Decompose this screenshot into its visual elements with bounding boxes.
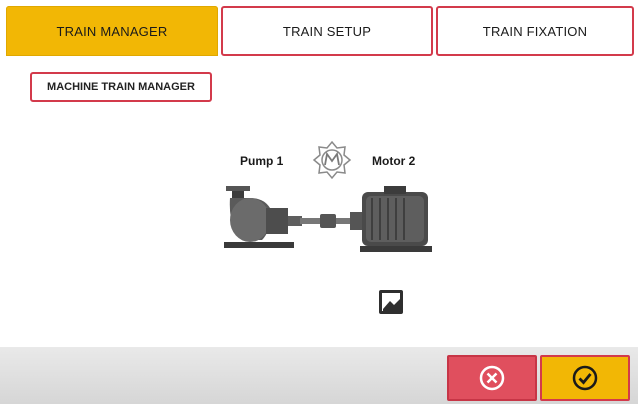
motor-label: Motor 2 xyxy=(372,154,416,168)
coupling-shaft[interactable] xyxy=(300,214,350,228)
tab-label: TRAIN FIXATION xyxy=(482,23,588,39)
button-label: MACHINE TRAIN MANAGER xyxy=(47,81,195,93)
machine-train-diagram[interactable] xyxy=(224,180,434,260)
tab-bar: TRAIN MANAGER TRAIN SETUP TRAIN FIXATION xyxy=(0,0,638,62)
motor-machine[interactable] xyxy=(350,186,432,252)
cancel-button[interactable] xyxy=(447,355,537,401)
edit-machine-icon[interactable] xyxy=(378,289,404,315)
tab-train-setup[interactable]: TRAIN SETUP xyxy=(221,6,433,56)
cancel-icon xyxy=(477,363,507,393)
tab-train-fixation[interactable]: TRAIN FIXATION xyxy=(436,6,634,56)
tab-label: TRAIN MANAGER xyxy=(56,23,168,39)
pump-machine[interactable] xyxy=(224,186,302,248)
tab-train-manager[interactable]: TRAIN MANAGER xyxy=(6,6,218,56)
confirm-button[interactable] xyxy=(540,355,630,401)
checkmark-icon xyxy=(570,363,600,393)
tab-label: TRAIN SETUP xyxy=(282,23,372,39)
machine-train-manager-button[interactable]: MACHINE TRAIN MANAGER xyxy=(30,72,212,102)
pump-label: Pump 1 xyxy=(240,154,284,168)
gear-emblem-icon xyxy=(312,140,352,180)
